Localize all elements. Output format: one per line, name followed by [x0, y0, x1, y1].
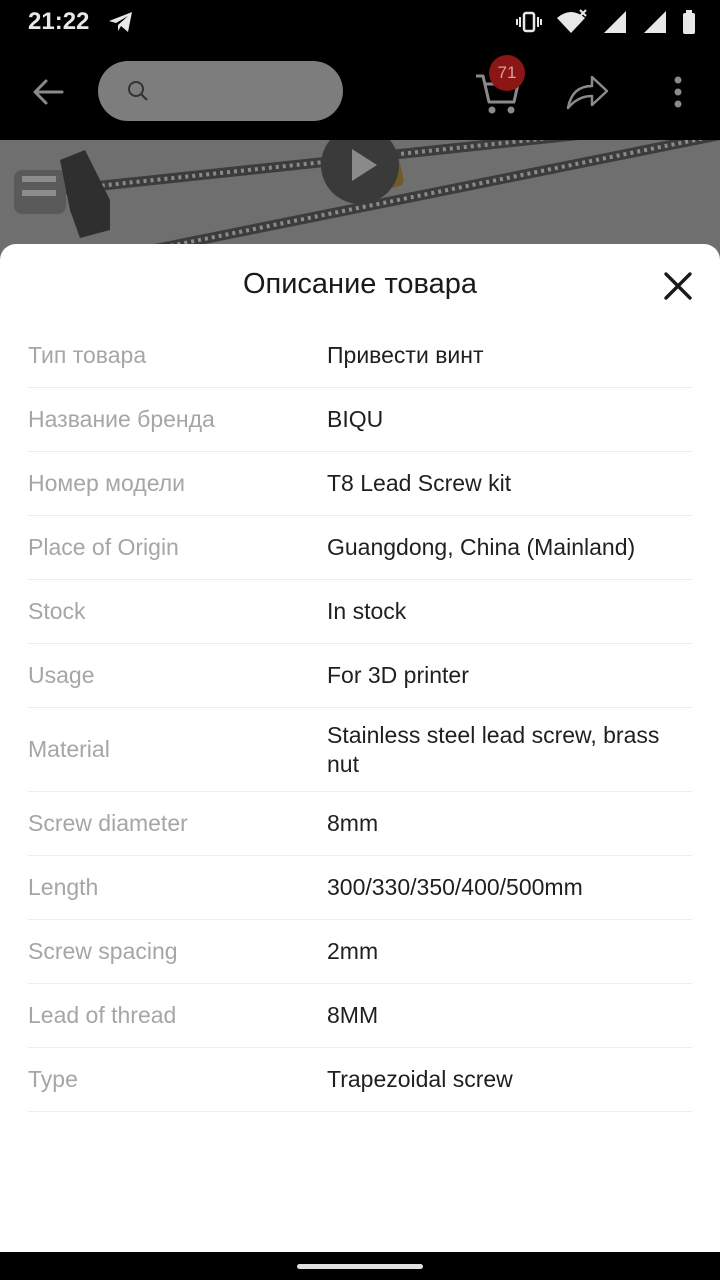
- wifi-icon: [556, 9, 588, 40]
- spec-key: Название бренда: [28, 406, 215, 432]
- battery-icon: [682, 10, 696, 39]
- product-description-sheet: Описание товара Тип товара Привести винт…: [0, 244, 720, 1252]
- spec-row: Название бренда BIQU: [28, 388, 692, 452]
- product-image[interactable]: [0, 140, 720, 260]
- status-icons: [516, 9, 696, 40]
- status-time: 21:22: [28, 8, 90, 35]
- spec-value: Trapezoidal screw: [327, 1066, 513, 1092]
- share-button[interactable]: [564, 72, 610, 112]
- spec-key: Тип товара: [28, 342, 147, 368]
- search-icon: [128, 81, 148, 101]
- navigation-bar: [0, 1252, 720, 1280]
- spec-key: Stock: [28, 598, 86, 624]
- spec-row: Stock In stock: [28, 580, 692, 644]
- spec-key: Type: [28, 1066, 78, 1092]
- spec-key: Length: [28, 874, 99, 900]
- play-video-button[interactable]: [321, 140, 399, 204]
- more-vert-icon: [674, 76, 682, 108]
- signal-icon: [642, 10, 668, 39]
- close-icon: [664, 272, 692, 300]
- back-arrow-icon: [33, 79, 64, 105]
- spec-row: Material Stainless steel lead screw, bra…: [28, 708, 692, 792]
- spec-value: T8 Lead Screw kit: [327, 470, 512, 496]
- spec-value: Stainless steel lead screw, brass nut: [327, 721, 660, 777]
- spec-row: Place of Origin Guangdong, China (Mainla…: [28, 516, 692, 580]
- spec-value: In stock: [327, 598, 407, 624]
- cart-badge: 71: [489, 55, 525, 91]
- spec-value: 8mm: [327, 810, 379, 836]
- spec-key: Usage: [28, 662, 95, 688]
- spec-row: Length 300/330/350/400/500mm: [28, 856, 692, 920]
- spec-key: Screw diameter: [28, 810, 188, 836]
- spec-value: For 3D printer: [327, 662, 469, 688]
- spec-key: Place of Origin: [28, 534, 179, 560]
- spec-row: Тип товара Привести винт: [28, 324, 692, 388]
- close-button[interactable]: [660, 268, 696, 304]
- spec-value: 300/330/350/400/500mm: [327, 874, 583, 900]
- spec-value: Привести винт: [327, 342, 484, 368]
- status-bar: 21:22: [0, 0, 720, 44]
- spec-key: Material: [28, 736, 110, 762]
- spec-table: Тип товара Привести винт Название бренда…: [28, 324, 692, 1112]
- spec-value: Guangdong, China (Mainland): [327, 534, 636, 560]
- sheet-title: Описание товара: [242, 268, 478, 300]
- spec-row: Screw diameter 8mm: [28, 792, 692, 856]
- spec-value: 8MM: [327, 1002, 379, 1028]
- search-input[interactable]: [98, 61, 343, 121]
- spec-row: Type Trapezoidal screw: [28, 1048, 692, 1112]
- play-icon: [352, 149, 377, 181]
- back-button[interactable]: [28, 72, 68, 112]
- spec-row: Номер модели T8 Lead Screw kit: [28, 452, 692, 516]
- vibrate-icon: [516, 10, 542, 39]
- more-button[interactable]: [664, 72, 692, 112]
- spec-row: Usage For 3D printer: [28, 644, 692, 708]
- signal-icon: [602, 10, 628, 39]
- spec-value: 2mm: [327, 938, 379, 964]
- home-handle[interactable]: [297, 1264, 423, 1269]
- spec-row: Screw spacing 2mm: [28, 920, 692, 984]
- telegram-icon: [108, 10, 134, 39]
- spec-key: Lead of thread: [28, 1002, 177, 1028]
- spec-value: BIQU: [327, 406, 384, 432]
- spec-row: Lead of thread 8MM: [28, 984, 692, 1048]
- share-icon: [566, 75, 609, 110]
- app-header: 71: [0, 44, 720, 140]
- spec-key: Номер модели: [28, 470, 186, 496]
- spec-key: Screw spacing: [28, 938, 178, 964]
